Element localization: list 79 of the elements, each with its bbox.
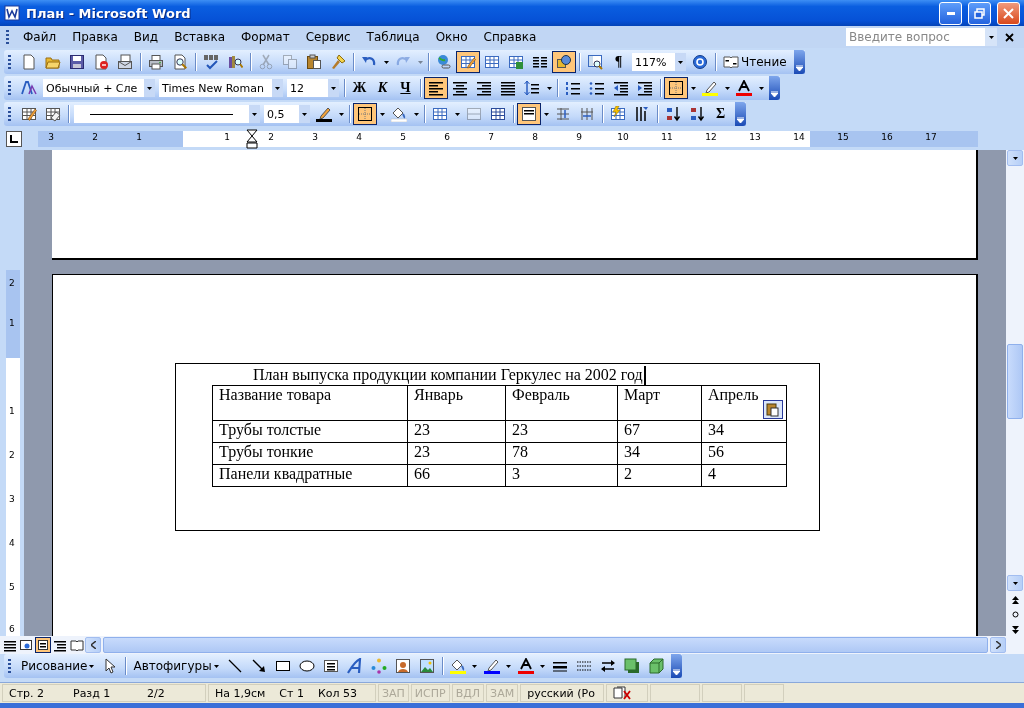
ruler-number: 8	[532, 132, 538, 142]
format-button[interactable]: Ч	[394, 77, 417, 99]
column-header: Январь	[407, 385, 506, 421]
menu-button[interactable]: Рисование	[17, 655, 99, 677]
ruler-number: 2	[268, 132, 274, 142]
status-text: Стр. 2	[9, 686, 46, 700]
combo-box[interactable]: 12	[287, 79, 339, 97]
table-cell: 23	[505, 420, 618, 443]
ruler-number: 2	[9, 278, 15, 288]
menu-item[interactable]: Окно	[427, 28, 476, 46]
menu-button[interactable]: Автофигуры	[129, 655, 223, 677]
ruler-number: 16	[881, 132, 893, 142]
table-cell: 78	[505, 442, 618, 465]
ruler-number: 6	[9, 624, 15, 634]
ruler-number: 7	[488, 132, 494, 142]
window-title: План - Microsoft Word	[26, 5, 192, 21]
ruler-number: 14	[793, 132, 805, 142]
ruler-number: 1	[224, 132, 230, 142]
table-cell: Трубы толстые	[212, 420, 408, 443]
menu-item[interactable]: Вид	[125, 28, 167, 46]
format-button[interactable]: К	[371, 77, 394, 99]
ruler-number: 2	[92, 132, 98, 142]
reading-button[interactable]: Чтение	[719, 51, 791, 73]
combo-box[interactable]: 117%	[632, 53, 686, 71]
table-cell: 23	[407, 442, 506, 465]
table-cell: 66	[407, 464, 506, 487]
ruler-number: 13	[749, 132, 761, 142]
ruler-number: 3	[48, 132, 54, 142]
table-cell: Трубы тонкие	[212, 442, 408, 465]
menu-item[interactable]: Сервис	[297, 28, 359, 46]
menu-item[interactable]: Вставка	[166, 28, 233, 46]
table-cell: 23	[407, 420, 506, 443]
ruler-number: 3	[312, 132, 318, 142]
ruler-number: 1	[9, 406, 15, 416]
ruler-number: 1	[9, 318, 15, 328]
column-header: Апрель	[701, 385, 787, 421]
table-cell: 67	[617, 420, 702, 443]
table-cell: 34	[617, 442, 702, 465]
menu-item[interactable]: Файл	[15, 28, 65, 46]
table-cell: 3	[505, 464, 618, 487]
ruler-number: 17	[925, 132, 937, 142]
ruler-number: 5	[9, 582, 15, 592]
status-text: Ст 1	[279, 686, 304, 700]
ruler-number: 11	[661, 132, 673, 142]
column-header: Февраль	[505, 385, 618, 421]
table-cell: 4	[701, 464, 787, 487]
ruler-number: 3	[9, 494, 15, 504]
combo-box[interactable]: 0,5	[264, 105, 310, 123]
table-title: План выпуска продукции компании Геркулес на 2002 год	[253, 366, 643, 384]
menu-item[interactable]: Правка	[64, 28, 126, 46]
ruler-number: 2	[9, 450, 15, 460]
format-button[interactable]: ¶	[607, 51, 630, 73]
table-cell: 2	[617, 464, 702, 487]
table-cell: 34	[701, 420, 787, 443]
combo-box[interactable]: Обычный + Сле	[43, 79, 155, 97]
status-text: Разд 1	[73, 686, 112, 700]
help-question-field[interactable]: Введите вопрос	[846, 28, 997, 46]
ruler-number: 4	[9, 538, 15, 548]
column-header: Название товара	[212, 385, 408, 421]
menu-item[interactable]: Таблица	[358, 28, 428, 46]
ruler-number: 9	[576, 132, 582, 142]
ruler-number: 12	[705, 132, 717, 142]
column-header: Март	[617, 385, 702, 421]
menu-item[interactable]: Справка	[475, 28, 545, 46]
ruler-number: 10	[617, 132, 629, 142]
format-button[interactable]: Σ	[709, 103, 732, 125]
status-text: На 1,9см	[215, 686, 266, 700]
ruler-number: 6	[444, 132, 450, 142]
combo-box[interactable]: Times New Roman	[159, 79, 283, 97]
status-text: Кол 53	[317, 686, 358, 700]
ruler-number: 15	[837, 132, 849, 142]
menu-item[interactable]: Формат	[233, 28, 298, 46]
ruler-number: 5	[400, 132, 406, 142]
format-button[interactable]: Ж	[348, 77, 371, 99]
ruler-number: 1	[136, 132, 142, 142]
table-cell: Панели квадратные	[212, 464, 408, 487]
status-text: 2/2	[147, 686, 166, 700]
ruler-number: 4	[356, 132, 362, 142]
table-cell: 56	[701, 442, 787, 465]
